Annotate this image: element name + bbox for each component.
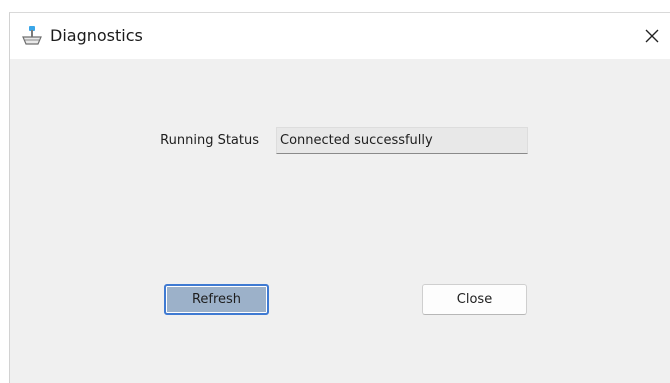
refresh-button[interactable]: Refresh	[164, 284, 269, 315]
diagnostics-dialog: Diagnostics Running Status Connected suc…	[9, 12, 670, 383]
app-icon	[21, 25, 43, 47]
close-button[interactable]: Close	[422, 284, 527, 315]
running-status-field: Connected successfully	[276, 127, 528, 154]
title-bar: Diagnostics	[10, 13, 670, 59]
running-status-label: Running Status	[160, 133, 259, 148]
window-close-icon[interactable]	[638, 22, 666, 50]
window-title: Diagnostics	[50, 26, 143, 45]
